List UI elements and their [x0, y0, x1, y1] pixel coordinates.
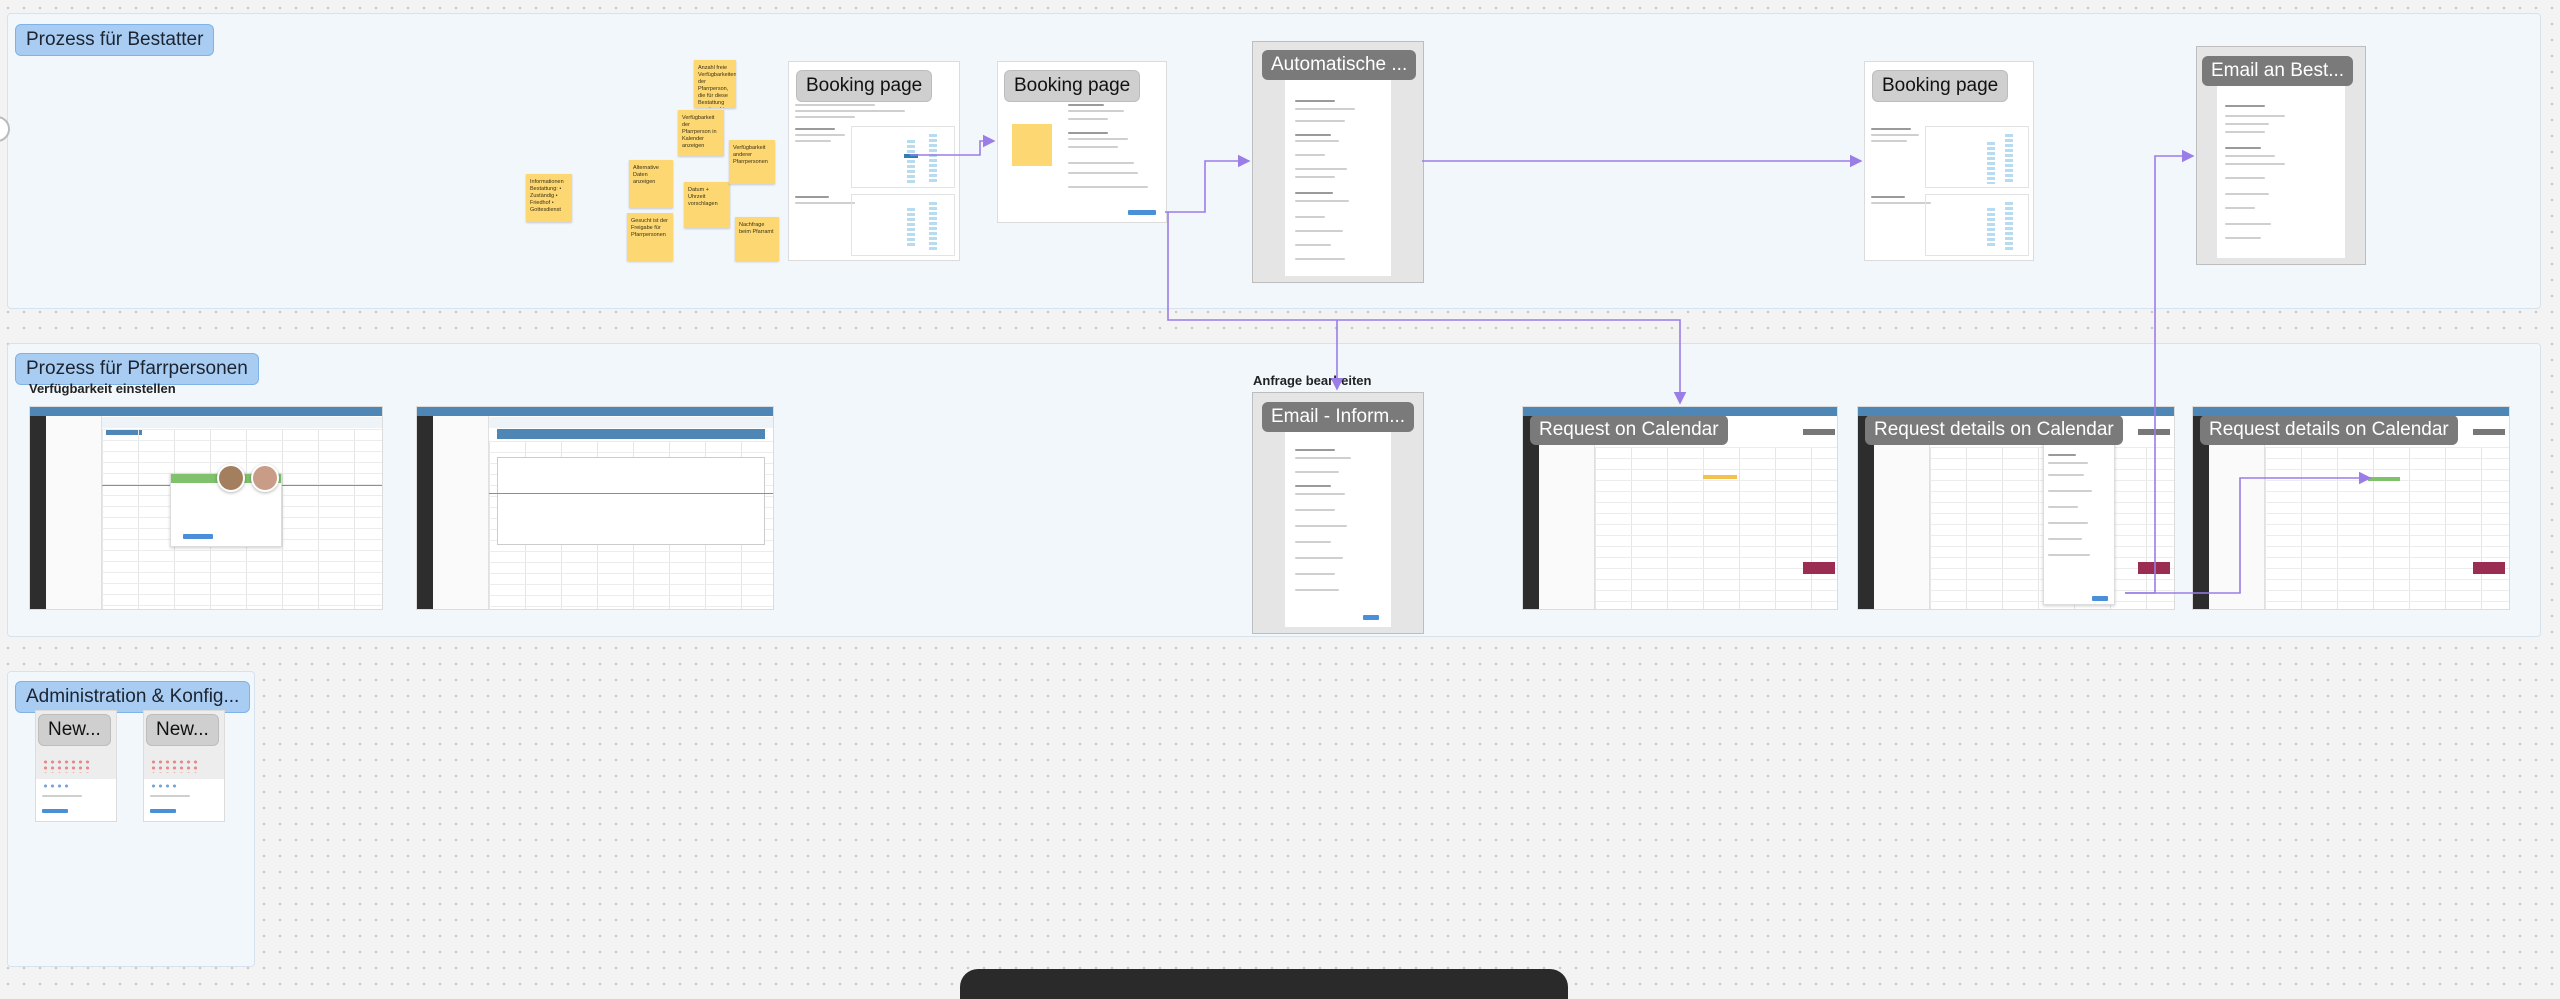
frame-title-anfrage-bearbeiten: Anfrage bearbeiten: [1253, 373, 1372, 388]
sticky-note[interactable]: Verfügbarkeit der Pfarrperson in Kalende…: [678, 110, 724, 156]
sticky-note[interactable]: Anzahl freie Verfügbarkeiten der Pfarrpe…: [694, 60, 736, 108]
sticky-note[interactable]: Verfügbarkeit anderer Pfarrpersonen: [729, 140, 775, 184]
screen-title-request-on-calendar: Request on Calendar: [1530, 415, 1728, 445]
screen-title-booking-page-3: Booking page: [1872, 70, 2009, 102]
screen-title-request-details-1: Request details on Calendar: [1865, 415, 2123, 445]
screen-title-automatische: Automatische ...: [1262, 50, 1417, 80]
screen-title-new-2: New...: [146, 714, 219, 746]
screen-title-email-inform: Email - Inform...: [1262, 402, 1415, 432]
bottom-toolbar[interactable]: [960, 969, 1568, 999]
screen-title-request-details-2: Request details on Calendar: [2200, 415, 2458, 445]
screen-title-booking-page-1: Booking page: [796, 70, 933, 102]
screen-title-email-bestatter: Email an Best...: [2202, 56, 2354, 86]
screen-calendar-availability-2[interactable]: [416, 406, 774, 610]
sticky-note[interactable]: Informationen Bestattung: • Zuständig • …: [526, 174, 572, 222]
avatar: [251, 464, 279, 492]
sticky-note[interactable]: Datum + Uhrzeit vorschlagen: [684, 182, 730, 228]
section-label-bestatter[interactable]: Prozess für Bestatter: [15, 24, 215, 56]
sticky-note[interactable]: Alternative Daten anzeigen: [629, 160, 673, 208]
sticky-note[interactable]: Nachfrage beim Pfarramt: [735, 217, 779, 261]
sticky-note[interactable]: Gesucht ist der Freigabe für Pfarrperson…: [627, 213, 673, 261]
section-label-administration[interactable]: Administration & Konfig...: [15, 681, 251, 713]
screen-title-booking-page-2: Booking page: [1004, 70, 1141, 102]
frame-title-verfuegbarkeit: Verfügbarkeit einstellen: [29, 381, 176, 396]
screen-title-new-1: New...: [38, 714, 111, 746]
screen-calendar-availability-1[interactable]: [29, 406, 383, 610]
avatar: [217, 464, 245, 492]
